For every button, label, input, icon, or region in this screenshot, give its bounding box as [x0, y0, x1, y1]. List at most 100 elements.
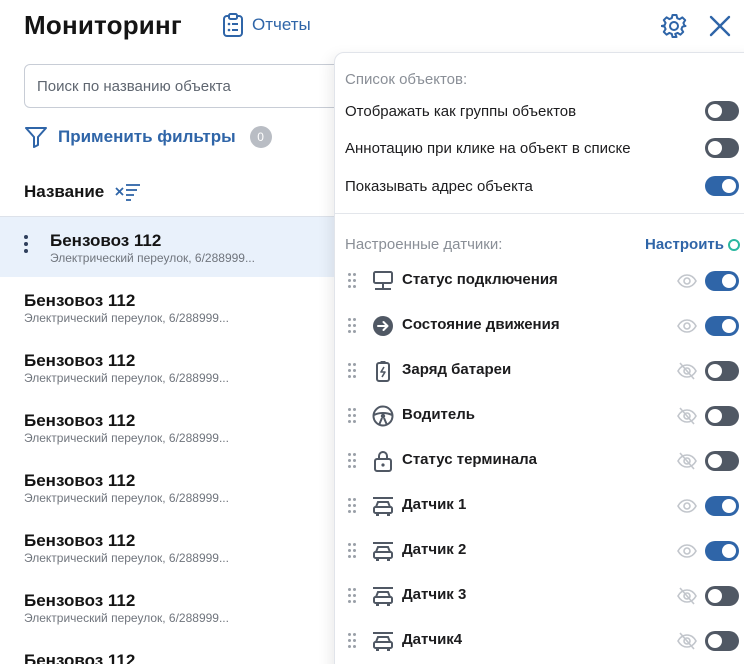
- list-item[interactable]: Бензовоз 112 Электрический переулок, 6/2…: [0, 337, 340, 397]
- sensor-toggle[interactable]: [705, 406, 739, 426]
- arrow-circle-icon: [373, 316, 393, 336]
- sensor-toggle[interactable]: [705, 541, 739, 561]
- eye-off-icon[interactable]: [677, 361, 697, 381]
- object-address: Электрический переулок, 6/288999...: [24, 491, 229, 505]
- list-item[interactable]: Бензовоз 112: [0, 637, 340, 664]
- vehicle-icon: [373, 542, 393, 561]
- sensor-label: Датчик4: [402, 631, 463, 648]
- list-column-header: Название: [24, 181, 142, 203]
- sensor-row: Водитель: [345, 401, 744, 431]
- sensor-label: Статус терминала: [402, 451, 537, 468]
- settings-panel: Список объектов: Отображать как группы о…: [334, 52, 744, 664]
- sensor-toggle[interactable]: [705, 271, 739, 291]
- sensor-toggle[interactable]: [705, 631, 739, 651]
- object-name: Бензовоз 112: [24, 291, 136, 310]
- sensor-toggle[interactable]: [705, 451, 739, 471]
- eye-off-icon[interactable]: [677, 406, 697, 426]
- monitor-icon: [373, 271, 393, 290]
- clipboard-icon: [223, 13, 243, 37]
- sensor-row: Датчик4: [345, 626, 744, 656]
- sensor-label: Заряд батареи: [402, 361, 512, 378]
- header: Мониторинг Отчеты: [0, 0, 744, 52]
- object-address: Электрический переулок, 6/288999...: [24, 611, 229, 625]
- list-item[interactable]: Бензовоз 112 Электрический переулок, 6/2…: [0, 517, 340, 577]
- vehicle-icon: [373, 497, 393, 516]
- eye-icon[interactable]: [677, 541, 697, 561]
- sensor-label: Водитель: [402, 406, 475, 423]
- object-name: Бензовоз 112: [24, 531, 136, 550]
- list-item[interactable]: Бензовоз 112 Электрический переулок, 6/2…: [0, 457, 340, 517]
- vehicle-icon: [373, 587, 393, 606]
- group-objects-toggle[interactable]: [705, 101, 739, 121]
- sensor-toggle[interactable]: [705, 316, 739, 336]
- drag-handle-icon[interactable]: [348, 498, 358, 514]
- sensor-row: Состояние движения: [345, 311, 744, 341]
- eye-icon[interactable]: [677, 271, 697, 291]
- sensor-label: Датчик 2: [402, 541, 467, 558]
- option-annotation-label: Аннотацию при клике на объект в списке: [345, 140, 631, 157]
- sensor-row: Датчик 2: [345, 536, 744, 566]
- annotation-toggle[interactable]: [705, 138, 739, 158]
- reports-label: Отчеты: [252, 15, 311, 34]
- sensor-label: Состояние движения: [402, 316, 560, 333]
- object-address: Электрический переулок, 6/288999...: [24, 371, 229, 385]
- object-name: Бензовоз 112: [24, 471, 136, 490]
- sensor-row: Датчик 1: [345, 491, 744, 521]
- drag-handle-icon[interactable]: [348, 318, 358, 334]
- drag-handle-icon[interactable]: [348, 273, 358, 289]
- drag-handle-icon[interactable]: [348, 588, 358, 604]
- eye-icon[interactable]: [677, 496, 697, 516]
- apply-filters-button[interactable]: Применить фильтры 0: [24, 125, 272, 149]
- battery-icon: [376, 361, 390, 382]
- list-item[interactable]: Бензовоз 112 Электрический переулок, 6/2…: [0, 577, 340, 637]
- filter-count-badge: 0: [249, 126, 272, 148]
- option-group-objects-label: Отображать как группы объектов: [345, 103, 577, 120]
- filter-icon: [25, 127, 47, 148]
- more-actions-icon[interactable]: [24, 235, 30, 256]
- sensor-toggle[interactable]: [705, 586, 739, 606]
- eye-off-icon[interactable]: [677, 586, 697, 606]
- page-title: Мониторинг: [24, 10, 182, 40]
- sensor-label: Датчик 3: [402, 586, 467, 603]
- configure-button[interactable]: Настроить: [645, 236, 740, 253]
- drag-handle-icon[interactable]: [348, 633, 358, 649]
- sensor-toggle[interactable]: [705, 496, 739, 516]
- drag-handle-icon[interactable]: [348, 543, 358, 559]
- configure-label: Настроить: [645, 236, 724, 253]
- close-icon[interactable]: [708, 14, 732, 38]
- eye-off-icon[interactable]: [677, 451, 697, 471]
- object-address: Электрический переулок, 6/288999...: [24, 431, 229, 445]
- eye-icon[interactable]: [677, 316, 697, 336]
- search-input[interactable]: [24, 64, 364, 108]
- lock-icon: [374, 451, 392, 472]
- eye-off-icon[interactable]: [677, 631, 697, 651]
- option-show-address-label: Показывать адрес объекта: [345, 178, 533, 195]
- show-address-toggle[interactable]: [705, 176, 739, 196]
- drag-handle-icon[interactable]: [348, 453, 358, 469]
- object-address: Электрический переулок, 6/288999...: [50, 251, 255, 265]
- sensor-label: Статус подключения: [402, 271, 558, 288]
- sensor-label: Датчик 1: [402, 496, 467, 513]
- object-name: Бензовоз 112: [50, 231, 162, 250]
- name-column-label: Название: [24, 182, 105, 201]
- divider: [335, 213, 744, 214]
- drag-handle-icon[interactable]: [348, 408, 358, 424]
- sensor-toggle[interactable]: [705, 361, 739, 381]
- object-name: Бензовоз 112: [24, 411, 136, 430]
- vehicle-icon: [373, 632, 393, 651]
- sort-clear-icon[interactable]: [114, 181, 142, 203]
- object-name: Бензовоз 112: [24, 351, 136, 370]
- drag-handle-icon[interactable]: [348, 363, 358, 379]
- gear-icon[interactable]: [661, 13, 687, 39]
- sensor-row: Датчик 3: [345, 581, 744, 611]
- sensor-row: Статус терминала: [345, 446, 744, 476]
- apply-filters-label: Применить фильтры: [58, 127, 236, 146]
- object-name: Бензовоз 112: [24, 591, 136, 610]
- list-item[interactable]: Бензовоз 112 Электрический переулок, 6/2…: [0, 277, 340, 337]
- steering-wheel-icon: [372, 405, 394, 427]
- list-item[interactable]: Бензовоз 112 Электрический переулок, 6/2…: [0, 397, 340, 457]
- list-item[interactable]: Бензовоз 112 Электрический переулок, 6/2…: [0, 217, 340, 277]
- reports-link[interactable]: Отчеты: [222, 13, 311, 37]
- objects-section-title: Список объектов:: [345, 71, 468, 88]
- sensor-row: Заряд батареи: [345, 356, 744, 386]
